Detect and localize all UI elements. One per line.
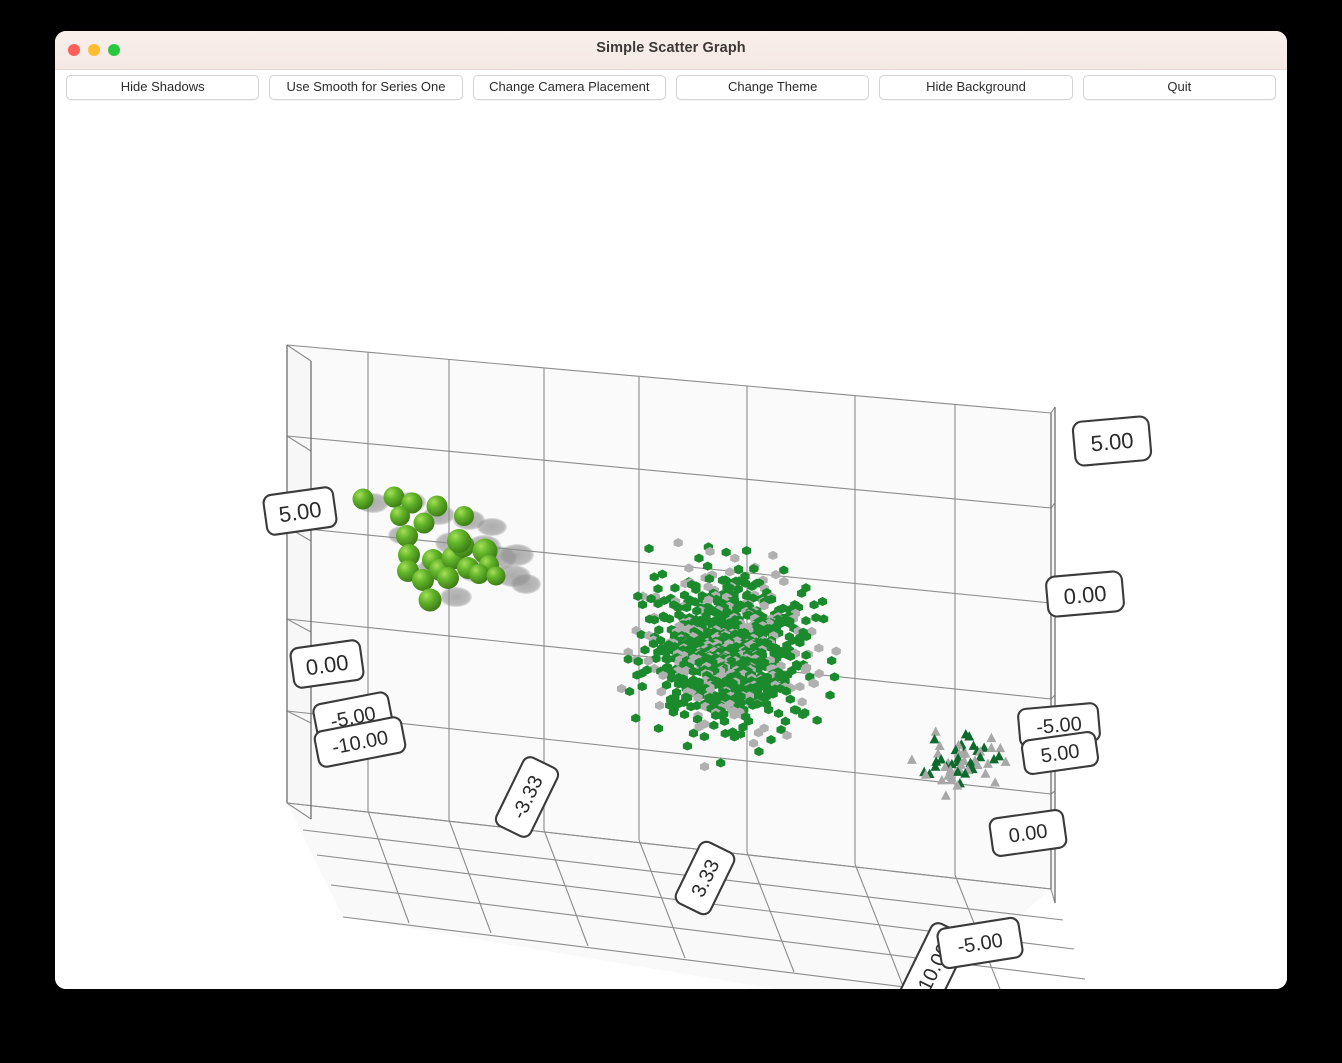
svg-text:0.00: 0.00 (1063, 581, 1108, 610)
use-smooth-series-one-button[interactable]: Use Smooth for Series One (269, 74, 463, 100)
quit-button[interactable]: Quit (1082, 74, 1276, 100)
left-wall (287, 345, 311, 819)
plot-canvas[interactable]: 5.00 0.00 -5.00 -10.00 -3.33 3.33 10.00 … (55, 103, 1287, 989)
axis-label-left-y-mid: 0.00 (289, 639, 365, 689)
svg-text:5.00: 5.00 (1090, 428, 1135, 457)
application-window: Simple Scatter Graph Hide Shadows Use Sm… (55, 31, 1287, 989)
toolbar: Hide Shadows Use Smooth for Series One C… (55, 70, 1287, 104)
axis-label-left-y-top: 5.00 (262, 486, 338, 536)
change-theme-button[interactable]: Change Theme (675, 74, 870, 100)
hide-shadows-button[interactable]: Hide Shadows (66, 74, 260, 100)
screen: Simple Scatter Graph Hide Shadows Use Sm… (0, 0, 1342, 1063)
axis-label-right-y-top: 5.00 (1071, 415, 1153, 467)
change-camera-placement-button[interactable]: Change Camera Placement (472, 74, 666, 100)
scatter-3d-plot[interactable]: 5.00 0.00 -5.00 -10.00 -3.33 3.33 10.00 … (55, 103, 1287, 989)
hide-background-button[interactable]: Hide Background (879, 74, 1073, 100)
axis-label-right-y-mid: 0.00 (1045, 570, 1125, 618)
window-title: Simple Scatter Graph (596, 40, 746, 56)
window-titlebar: Simple Scatter Graph (55, 31, 1287, 70)
